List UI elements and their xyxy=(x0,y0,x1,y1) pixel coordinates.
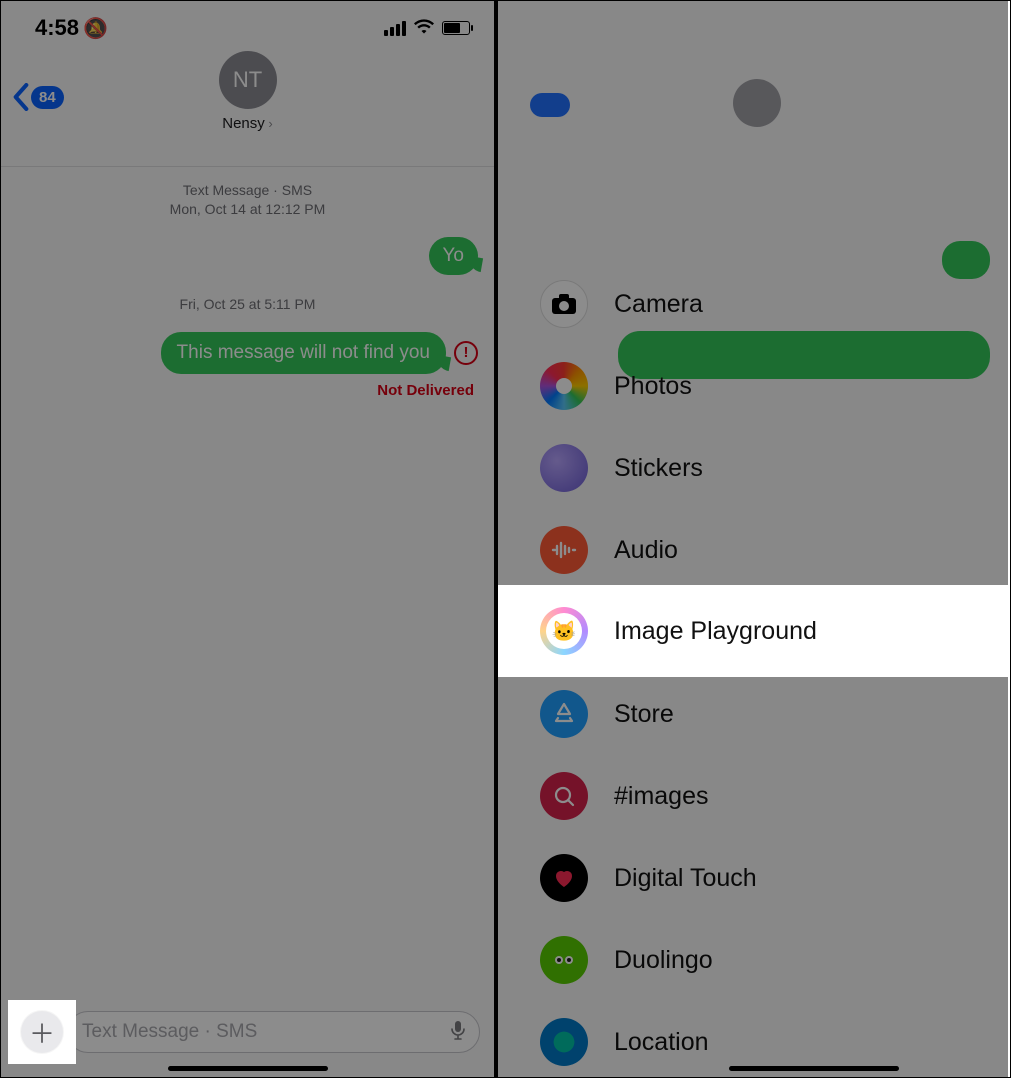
chat-header: 84 NT Nensy xyxy=(1,47,494,167)
screenshot-left: 4:58 🔕 84 NT Nensy Text Message · SMS Mo… xyxy=(1,1,498,1077)
app-row-store[interactable]: Store xyxy=(498,673,1008,755)
placeholder-text: Text Message · SMS xyxy=(82,1021,257,1043)
app-label: Store xyxy=(614,700,674,729)
sent-bubble[interactable]: This message will not find you xyxy=(161,332,446,374)
clock-text: 4:58 xyxy=(35,15,79,41)
ghost-avatar xyxy=(733,79,781,127)
digital-touch-icon xyxy=(540,854,588,902)
app-label: #images xyxy=(614,782,709,811)
message-row: This message will not find you ! xyxy=(17,332,478,374)
cellular-icon xyxy=(384,21,406,36)
app-label: Digital Touch xyxy=(614,864,757,893)
meta-line: Text Message · SMS xyxy=(17,181,478,200)
chevron-left-icon xyxy=(13,83,29,111)
app-row-images[interactable]: #images xyxy=(498,755,1008,837)
timestamp-block: Text Message · SMS Mon, Oct 14 at 12:12 … xyxy=(17,181,478,219)
status-bar: 4:58 🔕 xyxy=(1,1,494,47)
app-label: Photos xyxy=(614,372,692,401)
wifi-icon xyxy=(414,18,434,39)
app-row-photos[interactable]: Photos xyxy=(498,345,1008,427)
screenshot-right: Camera Photos Stickers Audio 🐱 Image Pla… xyxy=(498,1,1008,1077)
app-row-image-playground[interactable]: 🐱 Image Playground xyxy=(498,585,1008,677)
highlight-plus-button: ＋ xyxy=(8,1000,76,1064)
app-label: Location xyxy=(614,1028,709,1057)
back-button[interactable]: 84 xyxy=(13,83,64,111)
app-label: Audio xyxy=(614,536,678,565)
app-label: Duolingo xyxy=(614,946,713,975)
audio-icon xyxy=(540,526,588,574)
meta-line: Mon, Oct 14 at 12:12 PM xyxy=(17,200,478,219)
app-label: Image Playground xyxy=(614,617,817,646)
image-playground-icon: 🐱 xyxy=(540,607,588,655)
camera-icon xyxy=(540,280,588,328)
contact-header[interactable]: NT Nensy xyxy=(219,51,277,132)
app-row-duolingo[interactable]: Duolingo xyxy=(498,919,1008,1001)
unread-badge: 84 xyxy=(31,86,64,109)
app-row-stickers[interactable]: Stickers xyxy=(498,427,1008,509)
home-indicator xyxy=(168,1066,328,1071)
message-text-field[interactable]: Text Message · SMS xyxy=(67,1011,480,1053)
status-time: 4:58 🔕 xyxy=(35,15,108,41)
mic-icon[interactable] xyxy=(451,1020,465,1045)
location-icon xyxy=(540,1018,588,1066)
timestamp-block: Fri, Oct 25 at 5:11 PM xyxy=(17,295,478,314)
photos-icon xyxy=(540,362,588,410)
contact-name: Nensy xyxy=(219,115,277,132)
delivery-status: Not Delivered xyxy=(17,382,478,399)
app-row-audio[interactable]: Audio xyxy=(498,509,1008,591)
app-row-camera[interactable]: Camera xyxy=(498,263,1008,345)
app-label: Stickers xyxy=(614,454,703,483)
meta-line: Fri, Oct 25 at 5:11 PM xyxy=(17,295,478,314)
highlight-image-playground: 🐱 Image Playground xyxy=(498,585,1008,677)
stickers-icon xyxy=(540,444,588,492)
app-row-digital-touch[interactable]: Digital Touch xyxy=(498,837,1008,919)
store-icon xyxy=(540,690,588,738)
apps-plus-button[interactable]: ＋ xyxy=(21,1011,63,1053)
ghost-badge xyxy=(530,93,570,117)
battery-icon xyxy=(442,21,470,35)
duolingo-icon xyxy=(540,936,588,984)
avatar: NT xyxy=(219,51,277,109)
sent-bubble[interactable]: Yo xyxy=(429,237,479,275)
message-thread: Text Message · SMS Mon, Oct 14 at 12:12 … xyxy=(1,167,494,399)
error-icon[interactable]: ! xyxy=(454,341,478,365)
images-icon xyxy=(540,772,588,820)
bell-slash-icon: 🔕 xyxy=(83,16,108,41)
app-label: Camera xyxy=(614,290,703,319)
dimmed-header xyxy=(498,1,1008,181)
message-row: Yo xyxy=(17,237,478,275)
home-indicator xyxy=(729,1066,899,1071)
status-right xyxy=(384,18,470,39)
